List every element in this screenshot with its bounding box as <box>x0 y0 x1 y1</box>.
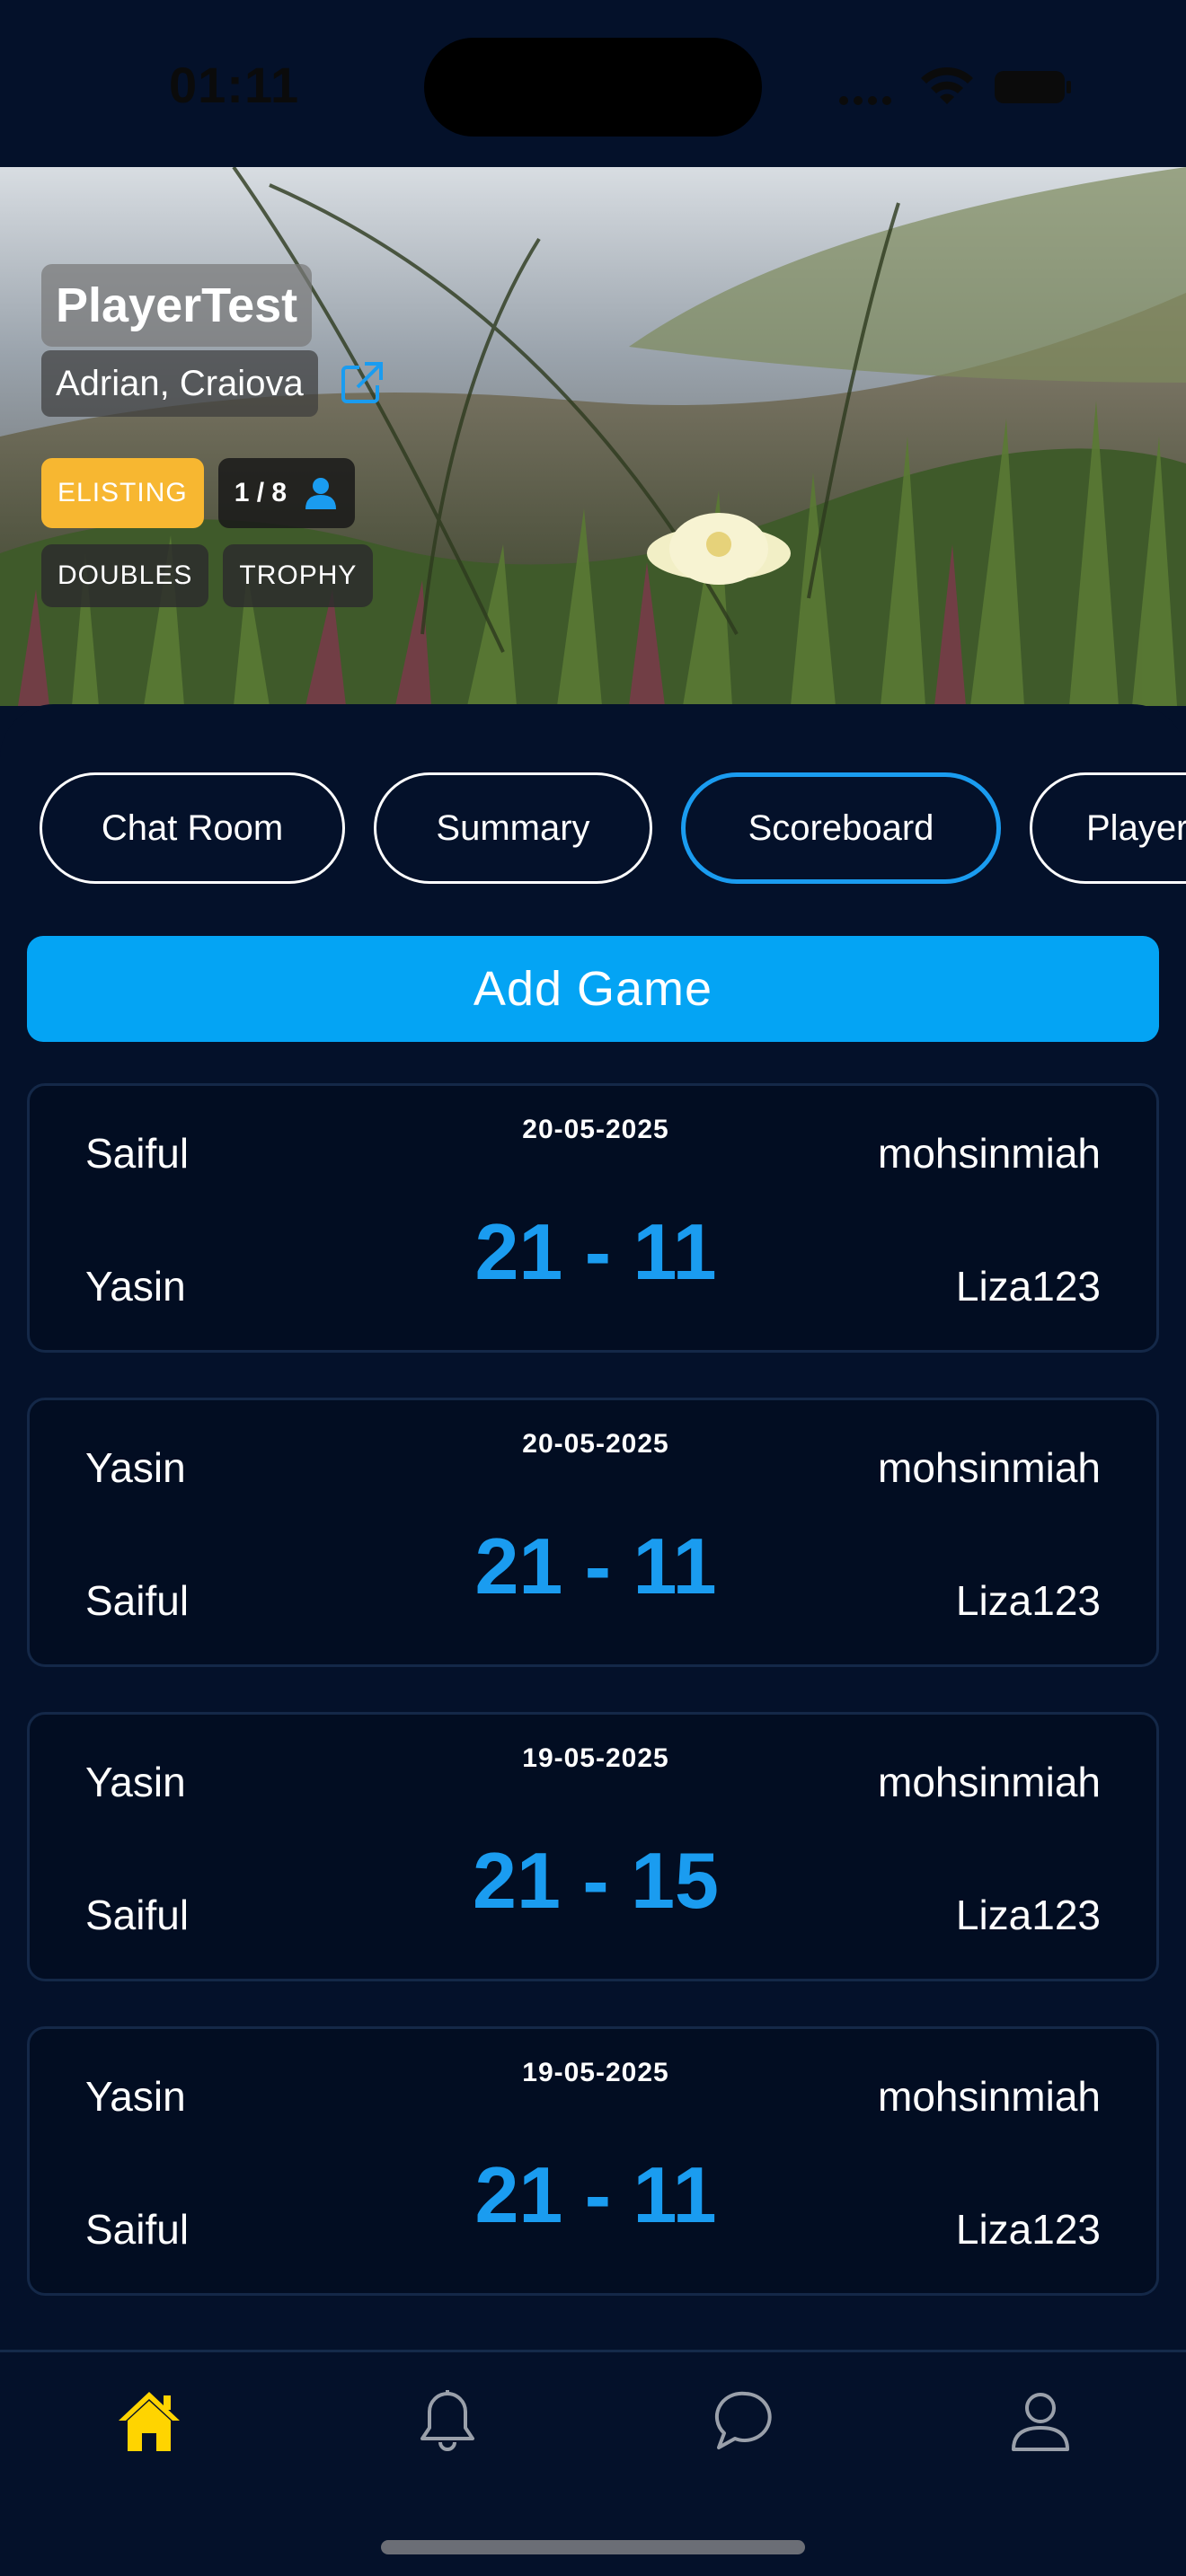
team2-player-bottom: Liza123 <box>955 1892 1101 1938</box>
nav-home[interactable] <box>111 2383 187 2458</box>
home-icon <box>119 2392 180 2451</box>
nav-profile[interactable] <box>1003 2383 1078 2458</box>
game-card[interactable]: Yasin Saiful 19-05-2025 21 - 11 mohsinmi… <box>27 2026 1159 2296</box>
tab-scoreboard[interactable]: Scoreboard <box>681 772 1001 884</box>
team2-player-top: mohsinmiah <box>878 1444 1101 1491</box>
person-icon <box>305 478 337 509</box>
chat-icon <box>714 2391 772 2449</box>
status-bar: 01:11 <box>0 0 1186 167</box>
team2-player-bottom: Liza123 <box>955 1263 1101 1310</box>
players-count-badge: 1 / 8 <box>217 458 356 528</box>
tag-doubles: DOUBLES <box>41 544 209 607</box>
event-hero: PlayerTest Adrian, Craiova ELISTING 1 / … <box>0 167 1186 706</box>
games-list: Saiful Yasin 20-05-2025 21 - 11 mohsinmi… <box>27 1083 1159 2341</box>
players-count: 1 / 8 <box>234 478 288 507</box>
event-location-row: Adrian, Craiova <box>41 350 386 417</box>
status-time: 01:11 <box>169 57 300 113</box>
game-card[interactable]: Yasin Saiful 19-05-2025 21 - 15 mohsinmi… <box>27 1712 1159 1981</box>
add-game-button[interactable]: Add Game <box>27 936 1159 1042</box>
bell-icon <box>420 2390 474 2451</box>
event-tags: DOUBLES TROPHY <box>41 544 374 607</box>
nav-notifications[interactable] <box>410 2383 485 2458</box>
dynamic-island <box>424 38 762 137</box>
tab-chat-room[interactable]: Chat Room <box>40 772 345 884</box>
team2-player-top: mohsinmiah <box>878 1759 1101 1805</box>
app-screen: 01:11 PlayerTest Adrian, Craiova ELISTIN… <box>0 0 1186 2576</box>
hero-background-image <box>0 167 1186 706</box>
signal-icon <box>839 93 897 105</box>
tab-summary[interactable]: Summary <box>374 772 652 884</box>
content-sheet: Chat Room Summary Scoreboard Players Add… <box>0 704 1186 2348</box>
team2-player-bottom: Liza123 <box>955 2206 1101 2253</box>
profile-icon <box>1012 2393 1069 2451</box>
battery-icon <box>995 71 1071 103</box>
game-card[interactable]: Saiful Yasin 20-05-2025 21 - 11 mohsinmi… <box>27 1083 1159 1353</box>
wifi-icon <box>921 66 973 104</box>
status-badge: ELISTING <box>41 458 204 528</box>
team2-player-top: mohsinmiah <box>878 1130 1101 1177</box>
team2-player-top: mohsinmiah <box>878 2073 1101 2120</box>
tab-players[interactable]: Players <box>1030 772 1186 884</box>
tag-trophy: TROPHY <box>223 544 374 607</box>
external-link-icon[interactable] <box>336 358 386 409</box>
game-card[interactable]: Yasin Saiful 20-05-2025 21 - 11 mohsinmi… <box>27 1398 1159 1667</box>
event-badges: ELISTING 1 / 8 <box>41 458 356 528</box>
tab-bar: Chat Room Summary Scoreboard Players <box>40 772 1186 884</box>
event-title: PlayerTest <box>41 264 313 347</box>
team2-player-bottom: Liza123 <box>955 1577 1101 1624</box>
home-indicator[interactable] <box>381 2540 805 2554</box>
event-location: Adrian, Craiova <box>41 350 318 417</box>
nav-chat[interactable] <box>706 2383 782 2458</box>
